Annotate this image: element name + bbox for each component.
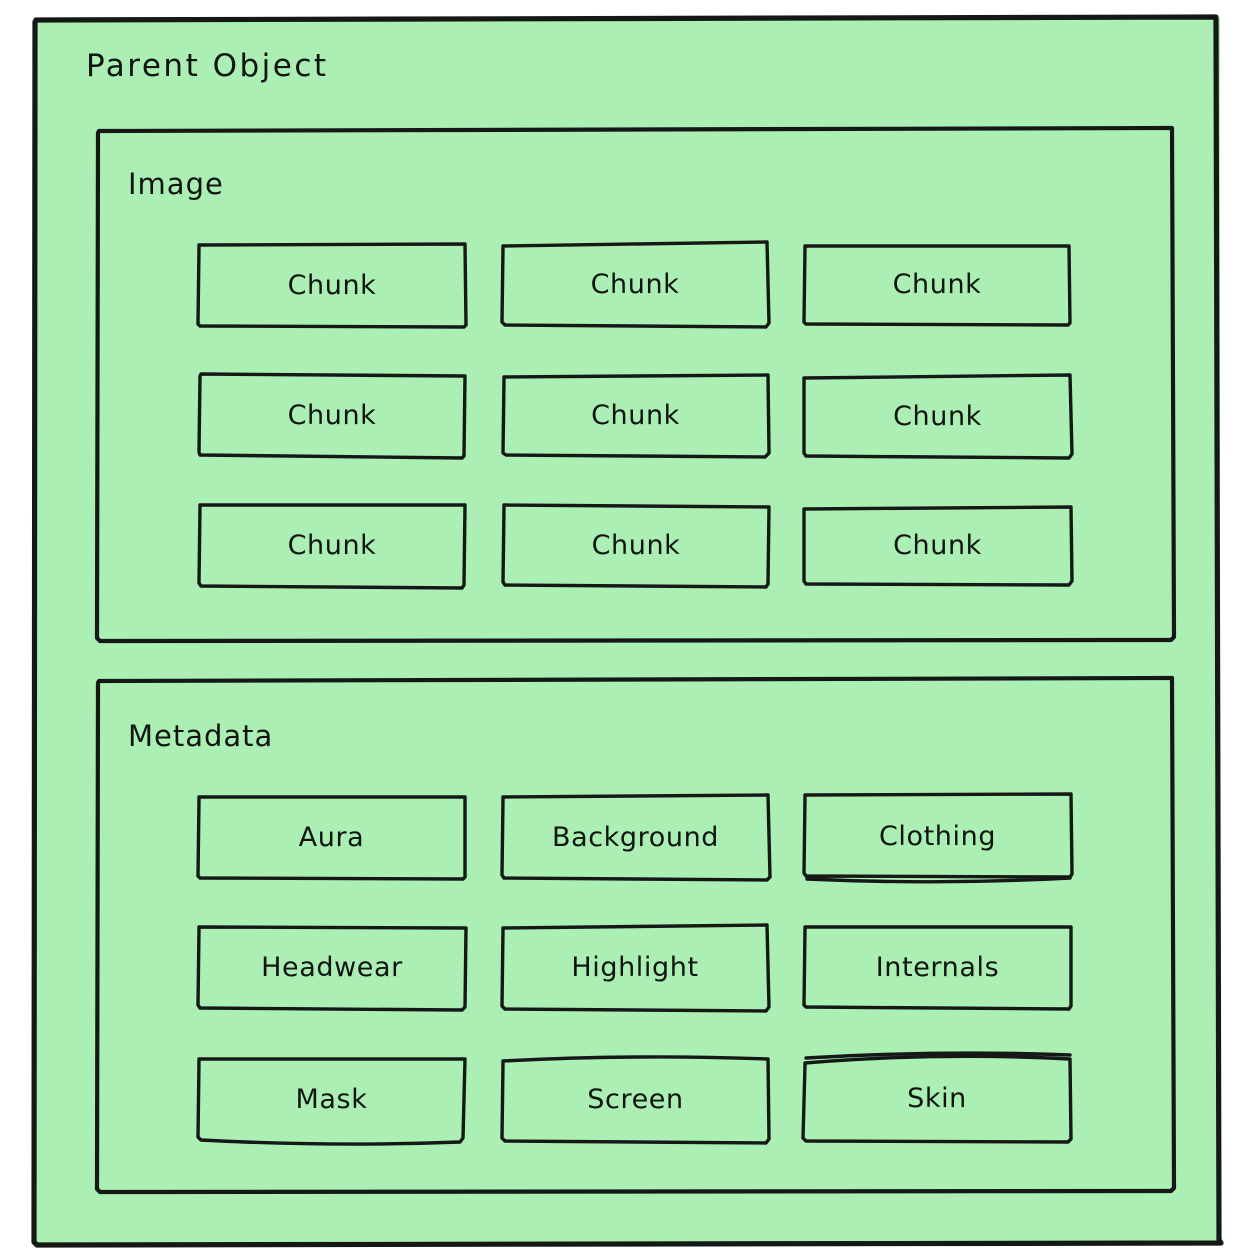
node-label: Skin — [907, 1083, 967, 1114]
node-label: Chunk — [893, 400, 982, 432]
node-label: Chunk — [892, 269, 982, 300]
chunk-node[interactable]: Chunk — [500, 240, 771, 329]
chunk-node[interactable]: Chunk — [501, 503, 771, 589]
node-label: Chunk — [287, 269, 377, 301]
node-label: Chunk — [893, 530, 982, 561]
chunk-node[interactable]: Chunk — [197, 503, 467, 590]
diagram-canvas: Parent Object Image Metadata Chunk Chunk… — [0, 0, 1260, 1260]
metadata-node[interactable]: Background — [500, 793, 772, 882]
metadata-node[interactable]: Skin — [801, 1051, 1073, 1144]
chunk-node[interactable]: Chunk — [802, 373, 1074, 460]
metadata-node[interactable]: Internals — [802, 925, 1073, 1011]
chunk-node[interactable]: Chunk — [802, 505, 1074, 587]
image-container-title: Image — [128, 167, 224, 201]
node-label: Chunk — [591, 530, 681, 561]
metadata-node[interactable]: Aura — [196, 795, 467, 881]
node-label: Screen — [587, 1084, 684, 1115]
node-label: Highlight — [571, 952, 699, 983]
node-label: Mask — [295, 1084, 368, 1115]
node-label: Internals — [875, 951, 1000, 983]
parent-object-title: Parent Object — [86, 48, 329, 84]
node-label: Chunk — [591, 400, 680, 431]
metadata-node[interactable]: Clothing — [802, 792, 1074, 884]
node-label: Aura — [298, 821, 365, 853]
node-label: Headwear — [261, 952, 403, 983]
metadata-node[interactable]: Headwear — [196, 925, 468, 1012]
metadata-container-title: Metadata — [128, 719, 274, 753]
chunk-node[interactable]: Chunk — [196, 242, 468, 329]
node-label: Clothing — [878, 820, 997, 852]
metadata-node[interactable]: Screen — [500, 1055, 771, 1145]
chunk-node[interactable]: Chunk — [802, 244, 1072, 327]
metadata-node[interactable]: Highlight — [500, 923, 771, 1013]
chunk-node[interactable]: Chunk — [197, 372, 467, 460]
chunk-node[interactable]: Chunk — [501, 373, 771, 459]
node-label: Background — [551, 821, 720, 853]
node-label: Chunk — [287, 400, 377, 431]
node-label: Chunk — [590, 269, 680, 300]
node-label: Chunk — [287, 530, 377, 561]
metadata-node[interactable]: Mask — [196, 1057, 467, 1146]
